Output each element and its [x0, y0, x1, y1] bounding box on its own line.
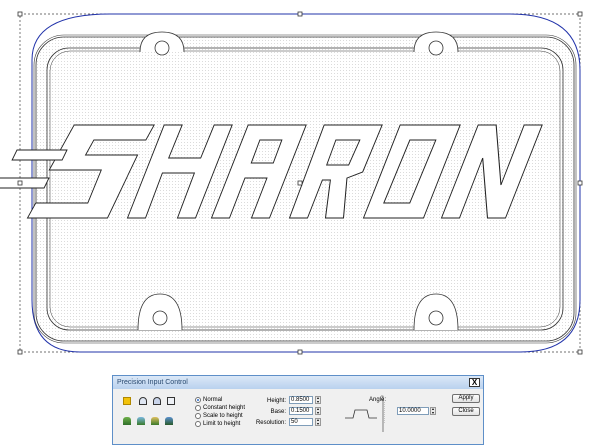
mode-limit-to-height-label: Limit to height — [203, 421, 241, 427]
bolt-hole-top-left[interactable] — [139, 31, 185, 56]
dialog-title: Precision Input Control — [117, 379, 188, 386]
terrain-icon-3[interactable] — [151, 417, 159, 425]
shape-icon-3[interactable] — [167, 397, 175, 405]
resolution-spinner[interactable] — [315, 418, 321, 426]
base-spinner[interactable] — [315, 407, 321, 415]
base-label: Base: — [270, 409, 286, 415]
mode-scale-to-height-radio[interactable] — [195, 413, 201, 419]
height-spinner[interactable] — [315, 396, 321, 404]
apply-button[interactable]: Apply — [452, 394, 480, 403]
angle-field[interactable]: 10.0000 — [397, 407, 429, 415]
height-field[interactable]: 0.8500 — [289, 396, 313, 404]
mode-limit-to-height-radio[interactable] — [195, 421, 201, 427]
mode-normal-label: Normal — [203, 397, 223, 403]
shape-icon-2[interactable] — [153, 397, 161, 405]
terrain-icon-4[interactable] — [165, 417, 173, 425]
resolution-field[interactable]: 50 — [289, 418, 313, 426]
precision-input-dialog: Precision Input Control X Normal Constan… — [112, 375, 484, 445]
mode-constant-height-label: Constant height — [203, 405, 246, 411]
height-label: Height: — [266, 398, 286, 404]
dialog-close-button[interactable]: X — [469, 378, 480, 387]
bolt-hole-top-right[interactable] — [413, 31, 459, 56]
angle-label: Angle: — [369, 397, 387, 403]
resolution-label: Resolution: — [255, 420, 286, 426]
dialog-titlebar[interactable]: Precision Input Control X — [113, 376, 483, 389]
angle-spinner[interactable] — [430, 407, 436, 415]
terrain-icon-2[interactable] — [137, 417, 145, 425]
close-button[interactable]: Close — [452, 407, 480, 416]
shape-icon-1[interactable] — [139, 397, 147, 405]
mode-normal-radio[interactable] — [195, 397, 201, 403]
flat-color-icon[interactable] — [123, 397, 131, 405]
terrain-icon-1[interactable] — [123, 417, 131, 425]
mode-constant-height-radio[interactable] — [195, 405, 201, 411]
base-field[interactable]: 0.1500 — [289, 407, 313, 415]
mode-scale-to-height-label: Scale to height — [203, 413, 243, 419]
